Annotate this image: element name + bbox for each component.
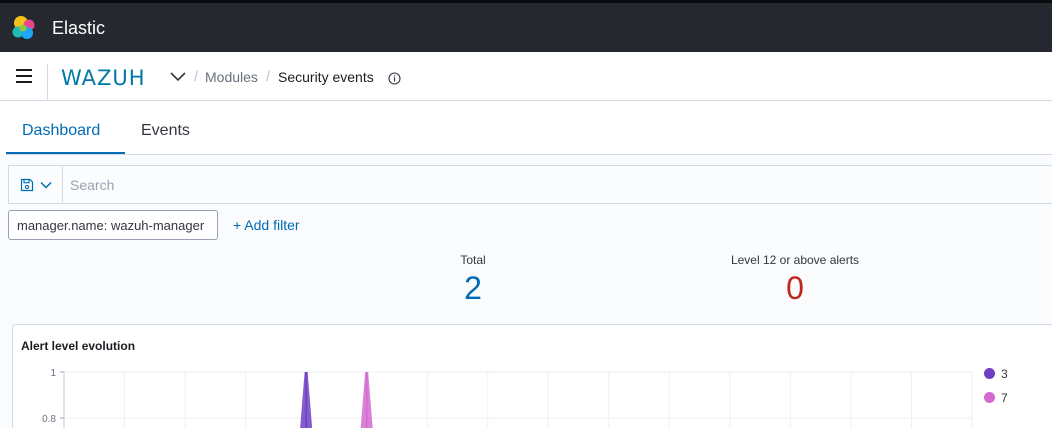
header-divider	[47, 64, 48, 100]
tab-dashboard[interactable]: Dashboard	[22, 122, 100, 140]
search-input[interactable]	[64, 166, 1052, 203]
saved-query-button[interactable]	[9, 166, 63, 203]
app-title: Elastic	[52, 18, 106, 38]
breadcrumb-modules[interactable]: Modules	[205, 69, 258, 85]
y-tick-label: 1	[50, 368, 56, 379]
hamburger-menu-button[interactable]	[16, 69, 34, 83]
chevron-down-icon	[40, 181, 52, 189]
legend-label: 7	[1001, 391, 1008, 405]
menu-bar-icon	[16, 75, 32, 77]
stat-level-12-label: Level 12 or above alerts	[730, 253, 860, 267]
info-icon[interactable]	[388, 72, 401, 85]
legend-item-3[interactable]: 3	[984, 367, 1008, 381]
save-icon	[20, 178, 34, 192]
legend-dot-icon	[984, 368, 995, 379]
legend-dot-icon	[984, 392, 995, 403]
alert-level-chart: 10.8	[42, 368, 973, 428]
tab-events[interactable]: Events	[141, 122, 190, 140]
add-filter-button[interactable]: + Add filter	[233, 217, 300, 233]
filter-pill-manager-name[interactable]: manager.name: wazuh-manager	[8, 210, 218, 240]
breadcrumb-separator: /	[194, 68, 199, 85]
stat-total: Total 2	[413, 253, 533, 307]
menu-bar-icon	[16, 69, 32, 71]
legend-item-7[interactable]: 7	[984, 391, 1008, 405]
chevron-down-icon[interactable]	[169, 67, 187, 85]
stat-level-12: Level 12 or above alerts 0	[700, 253, 890, 307]
menu-bar-icon	[16, 81, 32, 83]
legend-label: 3	[1001, 367, 1008, 381]
stat-total-label: Total	[460, 253, 486, 267]
query-bar	[8, 165, 1052, 204]
stat-level-12-value: 0	[786, 270, 804, 306]
stat-total-value: 2	[464, 270, 482, 306]
wazuh-brand-logo[interactable]: WAZUH	[61, 66, 146, 90]
elastic-logo-icon[interactable]	[10, 14, 38, 42]
y-tick-label: 0.8	[42, 414, 56, 425]
breadcrumb-separator: /	[266, 68, 271, 85]
chart-title: Alert level evolution	[21, 339, 136, 353]
app-header: WAZUH / Modules / Security events	[0, 52, 1052, 101]
top-bar: Elastic	[0, 0, 1052, 52]
tabs-divider	[6, 154, 1052, 155]
breadcrumb-current: Security events	[278, 69, 374, 85]
